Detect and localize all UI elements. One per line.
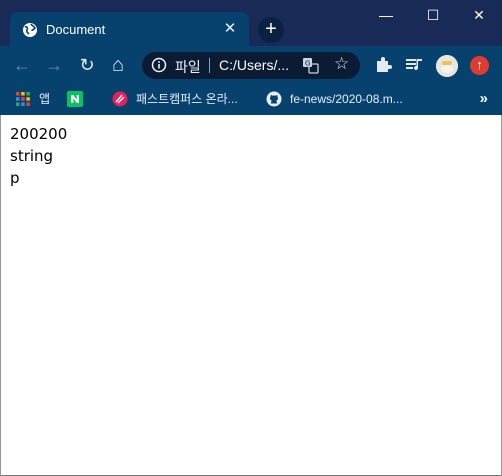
scheme-label: 파일 bbox=[175, 59, 201, 75]
svg-text:G: G bbox=[305, 60, 310, 68]
page-content: 200200 string p bbox=[0, 115, 502, 476]
media-playlist-icon[interactable] bbox=[404, 55, 424, 75]
globe-icon bbox=[23, 23, 37, 37]
output-line: string bbox=[10, 147, 54, 165]
output-line: 200200 bbox=[10, 125, 68, 143]
bookmark-apps[interactable]: 앱 bbox=[39, 90, 50, 108]
back-button[interactable]: ← bbox=[9, 52, 35, 78]
browser-window: Document ✕ + — ☐ ✕ ← → ↻ ⌂ 파일 C:/Users/.… bbox=[0, 0, 502, 476]
forward-button[interactable]: → bbox=[41, 52, 67, 78]
reload-button[interactable]: ↻ bbox=[74, 52, 100, 78]
update-badge[interactable]: ↑ bbox=[470, 56, 489, 75]
close-window-button[interactable]: ✕ bbox=[456, 0, 502, 30]
avatar-icon bbox=[436, 55, 458, 77]
tab-close-icon[interactable]: ✕ bbox=[221, 20, 239, 38]
fastcampus-icon bbox=[112, 91, 128, 107]
address-bar[interactable]: 파일 C:/Users/... G ☆ bbox=[142, 52, 360, 79]
profile-avatar[interactable] bbox=[436, 55, 458, 77]
tab-document[interactable]: Document ✕ bbox=[10, 12, 249, 47]
info-icon[interactable] bbox=[151, 57, 167, 73]
extensions-puzzle-icon[interactable] bbox=[373, 55, 393, 75]
new-tab-button[interactable]: + bbox=[258, 17, 284, 43]
naver-icon[interactable] bbox=[67, 91, 83, 107]
bookmark-fastcampus[interactable]: 패스트캠퍼스 온라... bbox=[136, 90, 238, 108]
output-line: p bbox=[10, 169, 20, 187]
url-text[interactable]: C:/Users/... bbox=[219, 57, 289, 73]
minimize-button[interactable]: — bbox=[363, 0, 409, 30]
title-bar: Document ✕ + — ☐ ✕ bbox=[0, 0, 502, 47]
browser-toolbar: ← → ↻ ⌂ 파일 C:/Users/... G ☆ ↑ bbox=[0, 46, 502, 84]
apps-grid-icon bbox=[16, 92, 30, 106]
bookmark-star-icon[interactable]: ☆ bbox=[334, 54, 349, 74]
bookmarks-overflow-button[interactable]: » bbox=[480, 90, 488, 107]
home-button[interactable]: ⌂ bbox=[105, 52, 131, 78]
bookmarks-bar: 앱 패스트캠퍼스 온라... fe-news/2020-08.m... » bbox=[0, 84, 502, 115]
translate-icon[interactable]: G bbox=[302, 57, 319, 74]
bookmark-fe-news[interactable]: fe-news/2020-08.m... bbox=[290, 90, 403, 108]
github-icon bbox=[266, 91, 282, 107]
tab-title: Document bbox=[46, 22, 106, 37]
scheme-divider bbox=[209, 58, 210, 73]
maximize-button[interactable]: ☐ bbox=[410, 0, 456, 30]
